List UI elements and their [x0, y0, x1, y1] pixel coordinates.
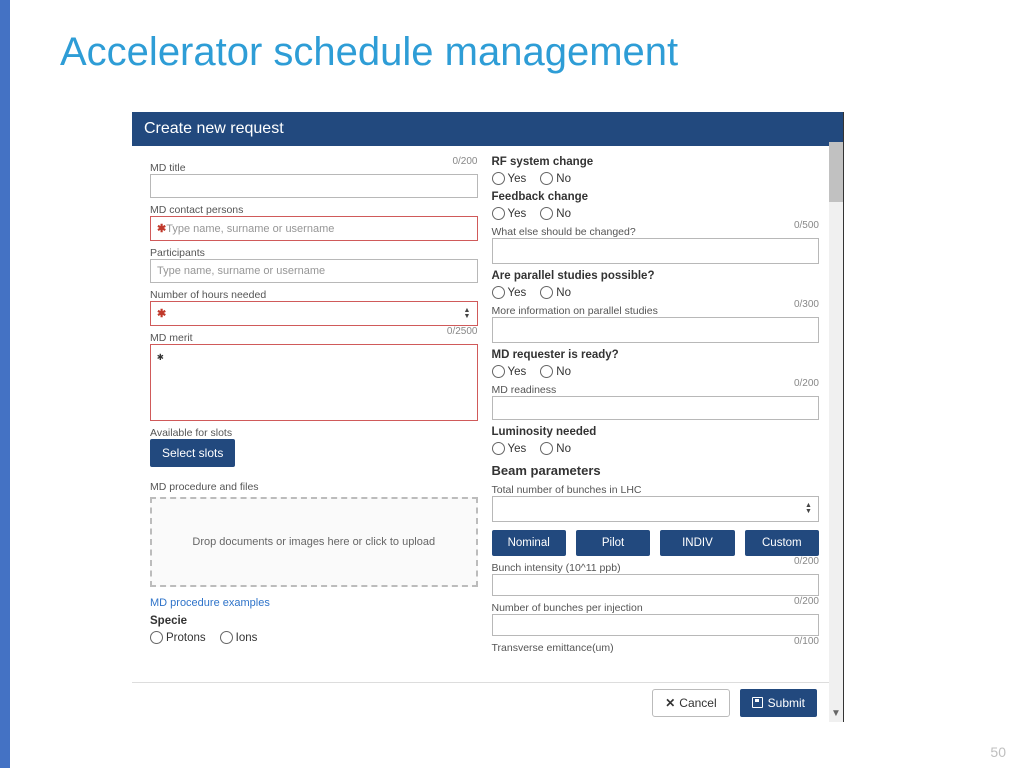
select-slots-button[interactable]: Select slots: [150, 439, 235, 467]
radio-icon: [220, 631, 233, 644]
slots-label: Available for slots: [150, 427, 478, 439]
specie-heading: Specie: [150, 615, 478, 627]
parallel-heading: Are parallel studies possible?: [492, 270, 820, 282]
hours-input[interactable]: ✱: [150, 301, 478, 326]
required-star-icon: ✱: [157, 222, 166, 235]
ready-no[interactable]: No: [540, 365, 571, 378]
left-column: MD title 0/200 MD contact persons ✱ Part…: [150, 156, 478, 674]
ready-yes[interactable]: Yes: [492, 365, 527, 378]
specie-ions[interactable]: Ions: [220, 631, 258, 644]
stepper-icon[interactable]: ▲▼: [805, 502, 815, 516]
beam-pilot-button[interactable]: Pilot: [576, 530, 650, 556]
fb-no[interactable]: No: [540, 207, 571, 220]
parallel-no[interactable]: No: [540, 286, 571, 299]
scroll-down-icon[interactable]: ▼: [829, 706, 843, 722]
page-number: 50: [990, 744, 1006, 760]
perinj-input[interactable]: [492, 614, 820, 636]
fb-yes[interactable]: Yes: [492, 207, 527, 220]
rf-radios: Yes No: [492, 172, 820, 185]
stepper-icon[interactable]: ▲▼: [464, 307, 474, 321]
lum-yes[interactable]: Yes: [492, 442, 527, 455]
slide-title: Accelerator schedule management: [60, 30, 678, 75]
beam-nominal-button[interactable]: Nominal: [492, 530, 566, 556]
proc-label: MD procedure and files: [150, 481, 478, 493]
intensity-counter: 0/200: [794, 556, 819, 574]
intensity-label: Bunch intensity (10^11 ppb): [492, 562, 621, 574]
perinj-counter: 0/200: [794, 596, 819, 614]
contact-label: MD contact persons: [150, 204, 478, 216]
changed-label: What else should be changed?: [492, 226, 636, 238]
merit-textarea[interactable]: ✱: [150, 344, 478, 421]
emit-label: Transverse emittance(um): [492, 642, 614, 654]
participants-input[interactable]: [150, 259, 478, 283]
readiness-counter: 0/200: [794, 378, 819, 396]
slide-accent-bar: [0, 0, 10, 768]
rf-heading: RF system change: [492, 156, 820, 168]
perinj-label: Number of bunches per injection: [492, 602, 643, 614]
dropzone-text: Drop documents or images here or click t…: [192, 536, 435, 548]
readiness-label: MD readiness: [492, 384, 557, 396]
file-dropzone[interactable]: Drop documents or images here or click t…: [150, 497, 478, 587]
merit-label: MD merit: [150, 332, 193, 344]
beam-heading: Beam parameters: [492, 463, 820, 478]
radio-icon: [150, 631, 163, 644]
beam-indiv-button[interactable]: INDIV: [660, 530, 734, 556]
contact-input[interactable]: ✱: [150, 216, 478, 241]
participants-label: Participants: [150, 247, 478, 259]
changed-input[interactable]: [492, 238, 820, 264]
scroll-thumb[interactable]: [829, 142, 843, 202]
parallel-info-label: More information on parallel studies: [492, 305, 658, 317]
lum-no[interactable]: No: [540, 442, 571, 455]
beam-custom-button[interactable]: Custom: [745, 530, 819, 556]
modal-title: Create new request: [132, 112, 843, 146]
bunches-label: Total number of bunches in LHC: [492, 484, 820, 496]
luminosity-heading: Luminosity needed: [492, 426, 820, 438]
save-icon: [752, 697, 763, 708]
specie-protons[interactable]: Protons: [150, 631, 206, 644]
md-title-input[interactable]: [150, 174, 478, 198]
rf-no[interactable]: No: [540, 172, 571, 185]
feedback-heading: Feedback change: [492, 191, 820, 203]
right-column: RF system change Yes No Feedback change …: [492, 156, 820, 674]
md-title-label: MD title: [150, 162, 186, 174]
ready-heading: MD requester is ready?: [492, 349, 820, 361]
beam-preset-buttons: Nominal Pilot INDIV Custom: [492, 530, 820, 556]
proc-examples-link[interactable]: MD procedure examples: [150, 597, 478, 609]
parallel-info-input[interactable]: [492, 317, 820, 343]
modal-footer: ✕Cancel Submit: [132, 682, 829, 722]
bunches-input[interactable]: [492, 496, 820, 522]
contact-input-field[interactable]: [166, 223, 470, 235]
rf-yes[interactable]: Yes: [492, 172, 527, 185]
emit-counter: 0/100: [794, 636, 819, 654]
md-title-counter: 0/200: [452, 156, 477, 174]
readiness-input[interactable]: [492, 396, 820, 420]
intensity-input[interactable]: [492, 574, 820, 596]
scrollbar[interactable]: ▲ ▼: [829, 142, 843, 722]
parallel-info-counter: 0/300: [794, 299, 819, 317]
form-body: MD title 0/200 MD contact persons ✱ Part…: [132, 144, 829, 682]
submit-button[interactable]: Submit: [740, 689, 817, 717]
close-icon: ✕: [665, 696, 675, 710]
hours-label: Number of hours needed: [150, 289, 478, 301]
specie-radios: Protons Ions: [150, 631, 478, 644]
changed-counter: 0/500: [794, 220, 819, 238]
parallel-yes[interactable]: Yes: [492, 286, 527, 299]
app-window: Create new request ▲ ▼ MD title 0/200 MD…: [132, 112, 844, 722]
merit-counter: 0/2500: [447, 326, 478, 344]
cancel-button[interactable]: ✕Cancel: [652, 689, 729, 717]
